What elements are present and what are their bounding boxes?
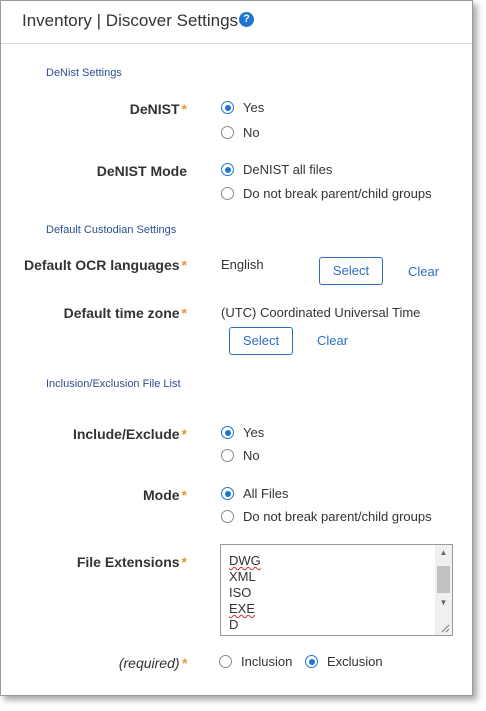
denist-label: DeNIST * [129,101,187,117]
file-extensions-textarea[interactable]: DWG XML ISO EXE D ▲ ▼ [220,544,453,636]
radio-icon [221,510,234,523]
radio-label: DeNIST all files [243,162,333,177]
ocr-clear-link[interactable]: Clear [408,264,439,279]
section-heading-denist: DeNist Settings [46,67,122,79]
inclusion-radio[interactable]: Inclusion [219,654,292,669]
include-exclude-label: Include/Exclude * [72,426,187,442]
section-heading-custodian: Default Custodian Settings [46,224,177,236]
exclusion-radio[interactable]: Exclusion [305,654,383,669]
list-item: ISO [229,585,252,600]
radio-label: Inclusion [241,654,293,669]
radio-selected-icon [221,487,234,500]
resize-grip-icon[interactable] [440,623,450,633]
time-zone-clear-link[interactable]: Clear [317,333,348,348]
mode-all-files-radio[interactable]: All Files [221,486,289,501]
mode-label: Mode * [142,487,187,503]
list-item: D [229,617,239,632]
denist-yes-radio[interactable]: Yes [221,100,264,115]
radio-label: Yes [243,425,265,440]
required-marker: * [181,655,187,671]
radio-label: Do not break parent/child groups [243,509,432,524]
denist-mode-all-radio[interactable]: DeNIST all files [221,162,332,177]
ocr-languages-value: English [221,257,264,272]
radio-label: Exclusion [327,654,383,669]
radio-icon [221,187,234,200]
time-zone-select-button[interactable]: Select [229,327,293,355]
scroll-down-icon[interactable]: ▼ [435,595,452,611]
denist-mode-parent-child-radio[interactable]: Do not break parent/child groups [221,186,432,201]
radio-label: No [243,125,260,140]
radio-selected-icon [221,101,234,114]
time-zone-value: (UTC) Coordinated Universal Time [221,305,421,320]
required-marker: * [181,305,187,321]
required-marker: * [181,257,187,273]
radio-selected-icon [221,426,234,439]
ocr-languages-label: Default OCR languages * [23,257,187,273]
time-zone-label: Default time zone * [63,305,187,321]
list-item: XML [229,569,256,584]
denist-no-radio[interactable]: No [221,125,260,140]
radio-selected-icon [305,655,318,668]
radio-selected-icon [221,163,234,176]
radio-label: Yes [243,100,265,115]
required-marker: * [181,487,187,503]
list-type-label: (required) * [118,655,187,671]
panel-header: Inventory | Discover Settings ? [1,1,472,44]
ocr-select-button[interactable]: Select [319,257,383,285]
radio-label: No [243,448,260,463]
list-item: DWG [229,553,261,568]
radio-label: All Files [243,486,289,501]
scrollbar-thumb[interactable] [437,566,450,593]
include-exclude-no-radio[interactable]: No [221,448,260,463]
help-icon[interactable]: ? [239,12,254,27]
page-title: Inventory | Discover Settings [22,11,239,30]
radio-icon [221,126,234,139]
mode-parent-child-radio[interactable]: Do not break parent/child groups [221,509,432,524]
list-item: EXE [229,601,256,616]
vertical-scrollbar[interactable]: ▲ ▼ [435,545,452,635]
radio-label: Do not break parent/child groups [243,186,432,201]
required-marker: * [181,101,187,117]
section-heading-inclusion: Inclusion/Exclusion File List [46,378,181,390]
required-marker: * [181,554,187,570]
settings-panel: Inventory | Discover Settings ? DeNist S… [0,0,473,696]
required-marker: * [181,426,187,442]
scroll-up-icon[interactable]: ▲ [435,545,452,561]
file-extensions-label: File Extensions * [76,554,187,570]
include-exclude-yes-radio[interactable]: Yes [221,425,264,440]
denist-mode-label: DeNIST Mode [96,163,187,179]
radio-icon [221,449,234,462]
radio-icon [219,655,232,668]
